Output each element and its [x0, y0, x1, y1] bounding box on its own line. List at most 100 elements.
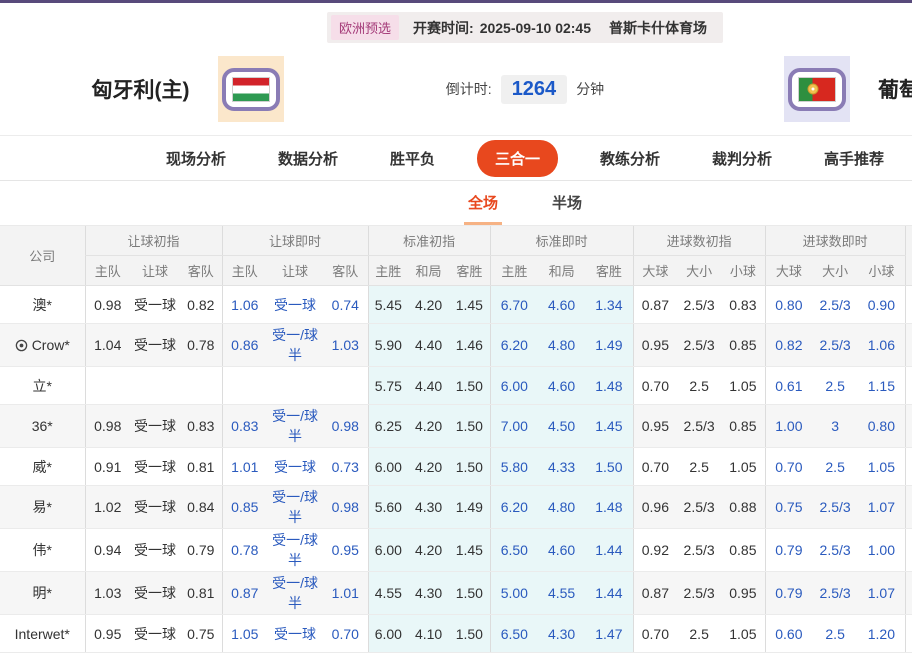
- odds-cell[interactable]: 2.5: [812, 366, 859, 405]
- odds-cell[interactable]: 6.50: [489, 528, 539, 572]
- tab-data-analysis[interactable]: 数据分析: [268, 141, 348, 176]
- odds-cell[interactable]: 受一球: [130, 485, 180, 529]
- odds-cell[interactable]: 1.50: [449, 447, 491, 486]
- bookmaker-cell[interactable]: 明*: [0, 571, 85, 615]
- bookmaker-cell[interactable]: 易*: [0, 485, 85, 529]
- odds-cell[interactable]: 5.80: [489, 447, 539, 486]
- odds-cell[interactable]: 1.07: [858, 571, 906, 615]
- odds-cell[interactable]: 1.45: [449, 528, 491, 572]
- odds-cell[interactable]: 7.00: [489, 404, 539, 448]
- odds-cell[interactable]: 6.20: [489, 323, 539, 367]
- odds-cell[interactable]: 0.88: [721, 485, 766, 529]
- odds-cell[interactable]: 0.94: [84, 528, 130, 572]
- odds-cell[interactable]: 0.87: [632, 571, 678, 615]
- odds-cell[interactable]: 4.20: [408, 528, 450, 572]
- odds-cell[interactable]: 1.03: [323, 323, 369, 367]
- odds-cell[interactable]: 2.5/3: [677, 285, 722, 324]
- odds-cell[interactable]: 0.82: [180, 285, 223, 324]
- odds-cell[interactable]: 1.03: [84, 571, 130, 615]
- odds-cell[interactable]: 2.5/3: [677, 485, 722, 529]
- odds-cell[interactable]: 1.06: [858, 323, 906, 367]
- odds-cell[interactable]: 4.60: [538, 528, 586, 572]
- odds-cell[interactable]: 0.98: [323, 404, 369, 448]
- odds-cell[interactable]: 1.50: [449, 571, 491, 615]
- odds-cell[interactable]: 0.79: [764, 571, 813, 615]
- odds-cell[interactable]: 0.91: [84, 447, 130, 486]
- odds-cell[interactable]: 4.40: [408, 323, 450, 367]
- odds-cell[interactable]: 6.25: [367, 404, 409, 448]
- odds-cell[interactable]: 受一球: [267, 447, 324, 486]
- bookmaker-cell[interactable]: 威*: [0, 447, 85, 486]
- odds-cell[interactable]: 2.5: [677, 614, 722, 653]
- odds-cell[interactable]: 0.78: [221, 528, 268, 572]
- odds-cell[interactable]: 0.84: [180, 485, 223, 529]
- odds-cell[interactable]: 6.00: [367, 528, 409, 572]
- bookmaker-cell[interactable]: 伟*: [0, 528, 85, 572]
- odds-cell[interactable]: 受一/球半: [267, 323, 324, 367]
- odds-cell[interactable]: 0.95: [632, 323, 678, 367]
- league-badge[interactable]: 欧洲预选: [331, 15, 400, 40]
- odds-cell[interactable]: 1.49: [585, 323, 634, 367]
- odds-cell[interactable]: 1.45: [449, 285, 491, 324]
- odds-cell[interactable]: 受一球: [130, 528, 180, 572]
- tab-referee-analysis[interactable]: 裁判分析: [702, 141, 782, 176]
- bookmaker-cell[interactable]: Interwet*: [0, 614, 85, 653]
- tab-three-in-one[interactable]: 三合一: [476, 139, 558, 177]
- odds-cell[interactable]: 0.70: [764, 447, 813, 486]
- odds-cell[interactable]: 1.01: [323, 571, 369, 615]
- odds-cell[interactable]: 1.05: [721, 447, 766, 486]
- odds-cell[interactable]: 1.05: [221, 614, 268, 653]
- odds-cell[interactable]: 0.90: [858, 285, 906, 324]
- odds-cell[interactable]: 4.40: [408, 366, 450, 405]
- odds-cell[interactable]: 1.48: [585, 366, 634, 405]
- tab-expert-picks[interactable]: 高手推荐: [814, 141, 894, 176]
- bookmaker-cell[interactable]: 36*: [0, 404, 85, 448]
- odds-cell[interactable]: 1.48: [585, 485, 634, 529]
- odds-cell[interactable]: 1.02: [84, 485, 130, 529]
- odds-cell[interactable]: 0.70: [632, 447, 678, 486]
- odds-cell[interactable]: 0.95: [323, 528, 369, 572]
- odds-cell[interactable]: 1.44: [585, 571, 634, 615]
- odds-cell[interactable]: 0.96: [632, 485, 678, 529]
- odds-cell[interactable]: 0.75: [180, 614, 223, 653]
- odds-cell[interactable]: 4.80: [538, 323, 586, 367]
- odds-cell[interactable]: 6.70: [489, 285, 539, 324]
- odds-cell[interactable]: 1.47: [585, 614, 634, 653]
- odds-cell[interactable]: 0.98: [84, 404, 130, 448]
- odds-cell[interactable]: 6.20: [489, 485, 539, 529]
- odds-cell[interactable]: 5.00: [489, 571, 539, 615]
- odds-cell[interactable]: 0.95: [721, 571, 766, 615]
- odds-cell[interactable]: 1.45: [585, 404, 634, 448]
- odds-cell[interactable]: 4.20: [408, 404, 450, 448]
- odds-cell[interactable]: 受一球: [130, 323, 180, 367]
- odds-cell[interactable]: 0.81: [180, 447, 223, 486]
- tab-live-analysis[interactable]: 现场分析: [156, 141, 236, 176]
- odds-cell[interactable]: 3: [812, 404, 859, 448]
- odds-cell[interactable]: 4.55: [367, 571, 409, 615]
- odds-cell[interactable]: 2.5/3: [812, 323, 859, 367]
- odds-cell[interactable]: 2.5/3: [812, 485, 859, 529]
- odds-cell[interactable]: 2.5: [812, 614, 859, 653]
- odds-cell[interactable]: 2.5/3: [812, 571, 859, 615]
- odds-cell[interactable]: 受一球: [130, 614, 180, 653]
- odds-cell[interactable]: 1.00: [858, 528, 906, 572]
- odds-cell[interactable]: 2.5: [677, 447, 722, 486]
- odds-cell[interactable]: 1.50: [585, 447, 634, 486]
- bookmaker-cell[interactable]: 立*: [0, 366, 85, 405]
- odds-cell[interactable]: 0.95: [632, 404, 678, 448]
- odds-cell[interactable]: 1.00: [764, 404, 813, 448]
- odds-cell[interactable]: 4.30: [408, 485, 450, 529]
- odds-cell[interactable]: 受一球: [130, 404, 180, 448]
- odds-cell[interactable]: 1.49: [449, 485, 491, 529]
- odds-cell[interactable]: 2.5/3: [677, 571, 722, 615]
- odds-cell[interactable]: 1.20: [858, 614, 906, 653]
- odds-cell[interactable]: 1.50: [449, 366, 491, 405]
- odds-cell[interactable]: 0.83: [180, 404, 223, 448]
- odds-cell[interactable]: 2.5/3: [677, 404, 722, 448]
- odds-cell[interactable]: 4.30: [408, 571, 450, 615]
- odds-cell[interactable]: 0.60: [764, 614, 813, 653]
- odds-cell[interactable]: 4.33: [538, 447, 586, 486]
- odds-cell[interactable]: 0.82: [764, 323, 813, 367]
- odds-cell[interactable]: 4.60: [538, 366, 586, 405]
- bookmaker-cell[interactable]: Crow*: [0, 323, 85, 367]
